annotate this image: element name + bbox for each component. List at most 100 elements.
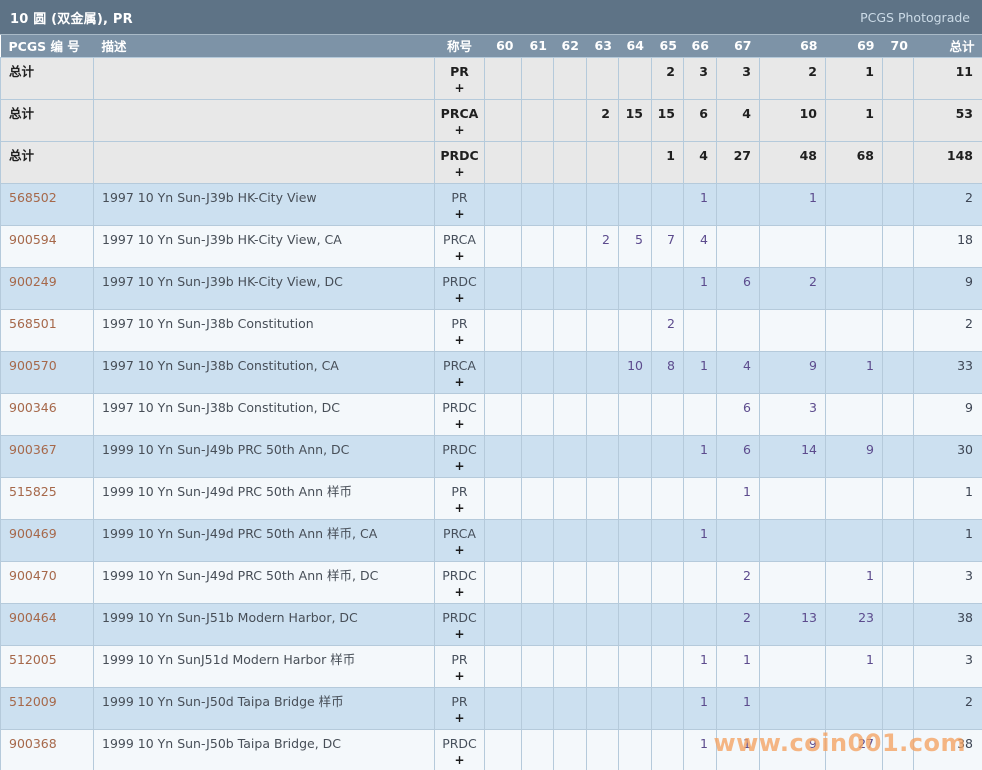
pcgs-number-link[interactable]: 515825 [9, 484, 57, 499]
grade-64-count-cell [619, 477, 652, 519]
designation-label: PR [451, 652, 467, 667]
grade-66-count-cell[interactable]: 1 [684, 645, 717, 687]
grade-69-count-cell[interactable]: 27 [826, 729, 883, 770]
col-header-total: 总计 [914, 35, 982, 57]
grade-70-count-cell [883, 729, 914, 770]
grade-60-count-cell [485, 99, 522, 141]
grade-66-count-cell[interactable]: 1 [684, 267, 717, 309]
grade-65-count-cell[interactable]: 7 [652, 225, 684, 267]
pcgs-number-link[interactable]: 568501 [9, 316, 57, 331]
grade-67-count-cell[interactable]: 2 [717, 603, 760, 645]
grade-65-count-cell [652, 561, 684, 603]
grade-66-count-cell[interactable]: 1 [684, 519, 717, 561]
grade-67-count-cell[interactable]: 2 [717, 561, 760, 603]
grade-66-count-cell[interactable]: 1 [684, 435, 717, 477]
grade-65-count-cell [652, 645, 684, 687]
description-cell: 1999 10 Yn Sun-J49d PRC 50th Ann 样币, DC [94, 561, 435, 603]
grade-63-count-cell[interactable]: 2 [587, 225, 619, 267]
grade-67-count-cell[interactable]: 1 [717, 645, 760, 687]
pcgs-number-link[interactable]: 900464 [9, 610, 57, 625]
grade-67-count-cell[interactable]: 6 [717, 267, 760, 309]
grade-62-count-cell [554, 729, 587, 770]
pcgs-number-link[interactable]: 900346 [9, 400, 57, 415]
grade-70-count-cell [883, 351, 914, 393]
designation-label: PR [451, 484, 467, 499]
designation-plus-label: + [435, 752, 484, 769]
grade-61-count-cell [522, 351, 554, 393]
grade-67-count-cell[interactable]: 6 [717, 435, 760, 477]
grade-60-count-cell [485, 603, 522, 645]
grade-69-count-cell[interactable]: 1 [826, 561, 883, 603]
grade-63-count-cell [587, 183, 619, 225]
grade-66-count-cell[interactable]: 1 [684, 729, 717, 770]
description-cell: 1997 10 Yn Sun-J39b HK-City View [94, 183, 435, 225]
grade-66-count-cell[interactable]: 1 [684, 351, 717, 393]
grade-62-count-cell [554, 477, 587, 519]
row-total-cell: 3 [914, 645, 982, 687]
grade-68-count-cell[interactable]: 14 [760, 435, 826, 477]
grade-66-count-cell[interactable]: 1 [684, 687, 717, 729]
grade-67-count-cell[interactable]: 4 [717, 351, 760, 393]
description-cell: 1999 10 Yn Sun-J50b Taipa Bridge, DC [94, 729, 435, 770]
grade-69-count-cell [826, 225, 883, 267]
grade-62-count-cell [554, 141, 587, 183]
pcgs-number-link[interactable]: 900470 [9, 568, 57, 583]
grade-67-count-cell[interactable]: 1 [717, 477, 760, 519]
grade-63-count-cell [587, 393, 619, 435]
grade-64-count-cell[interactable]: 5 [619, 225, 652, 267]
grade-70-count-cell [883, 309, 914, 351]
pcgs-number-link[interactable]: 900367 [9, 442, 57, 457]
pcgs-number-link[interactable]: 568502 [9, 190, 57, 205]
grade-64-count-cell [619, 519, 652, 561]
grade-64-count-cell[interactable]: 10 [619, 351, 652, 393]
grade-67-count-cell[interactable]: 1 [717, 687, 760, 729]
grade-61-count-cell [522, 99, 554, 141]
grade-68-count-cell[interactable]: 1 [760, 183, 826, 225]
designation-label: PR [451, 694, 467, 709]
grade-64-count-cell: 15 [619, 99, 652, 141]
table-row: 9004691999 10 Yn Sun-J49d PRC 50th Ann 样… [1, 519, 982, 561]
pcgs-number-link[interactable]: 900368 [9, 736, 57, 751]
grade-67-count-cell[interactable]: 6 [717, 393, 760, 435]
grade-68-count-cell[interactable]: 3 [760, 393, 826, 435]
grade-62-count-cell [554, 519, 587, 561]
grade-65-count-cell[interactable]: 2 [652, 309, 684, 351]
grade-60-count-cell [485, 225, 522, 267]
designation-label: PR [451, 190, 467, 205]
grade-69-count-cell[interactable]: 9 [826, 435, 883, 477]
grade-68-count-cell[interactable]: 9 [760, 351, 826, 393]
grade-66-count-cell[interactable]: 1 [684, 183, 717, 225]
grade-68-count-cell [760, 225, 826, 267]
designation-plus-label: + [435, 416, 484, 433]
designation-plus-label: + [435, 500, 484, 517]
row-total-cell: 18 [914, 225, 982, 267]
designation-cell: PRDC+ [435, 435, 485, 477]
total-label: 总计 [1, 99, 94, 141]
pcgs-number-link[interactable]: 900469 [9, 526, 57, 541]
pcgs-number-cell: 900346 [1, 393, 94, 435]
pcgs-number-link[interactable]: 512009 [9, 694, 57, 709]
pcgs-number-link[interactable]: 900570 [9, 358, 57, 373]
photograde-link[interactable]: PCGS Photograde [860, 10, 970, 25]
grade-69-count-cell: 68 [826, 141, 883, 183]
pcgs-number-link[interactable]: 900594 [9, 232, 57, 247]
grade-62-count-cell [554, 687, 587, 729]
grade-69-count-cell[interactable]: 1 [826, 645, 883, 687]
grade-64-count-cell [619, 687, 652, 729]
pcgs-number-link[interactable]: 512005 [9, 652, 57, 667]
grade-67-count-cell [717, 183, 760, 225]
pcgs-number-cell: 568502 [1, 183, 94, 225]
col-header-grade-68: 68 [760, 35, 826, 57]
grade-68-count-cell[interactable]: 13 [760, 603, 826, 645]
grade-66-count-cell[interactable]: 4 [684, 225, 717, 267]
grade-68-count-cell[interactable]: 2 [760, 267, 826, 309]
grade-68-count-cell: 2 [760, 57, 826, 99]
grade-65-count-cell[interactable]: 8 [652, 351, 684, 393]
pcgs-number-cell: 900570 [1, 351, 94, 393]
grade-69-count-cell[interactable]: 23 [826, 603, 883, 645]
pcgs-number-link[interactable]: 900249 [9, 274, 57, 289]
grade-69-count-cell[interactable]: 1 [826, 351, 883, 393]
grade-68-count-cell[interactable]: 9 [760, 729, 826, 770]
total-row: 总计PR+2332111 [1, 57, 982, 99]
grade-67-count-cell[interactable]: 1 [717, 729, 760, 770]
